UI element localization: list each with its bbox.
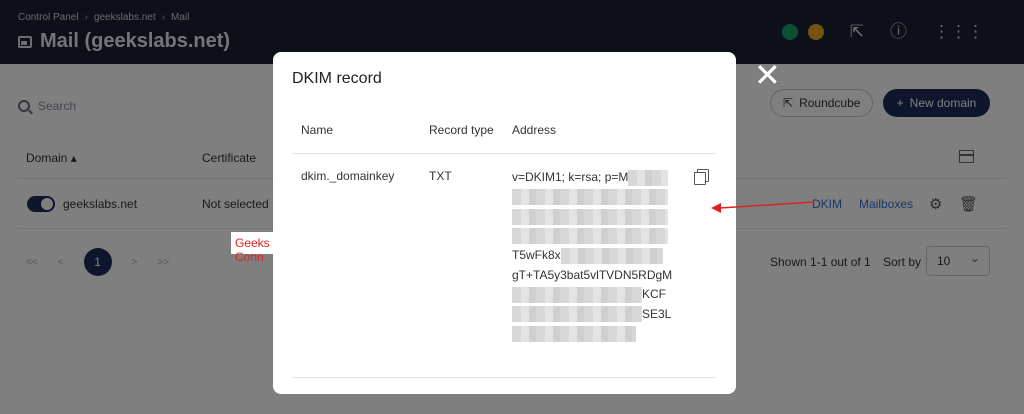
annotation-arrow bbox=[711, 201, 815, 213]
annotation-arrow-line bbox=[719, 201, 815, 209]
annotation-arrow-head bbox=[711, 203, 721, 213]
